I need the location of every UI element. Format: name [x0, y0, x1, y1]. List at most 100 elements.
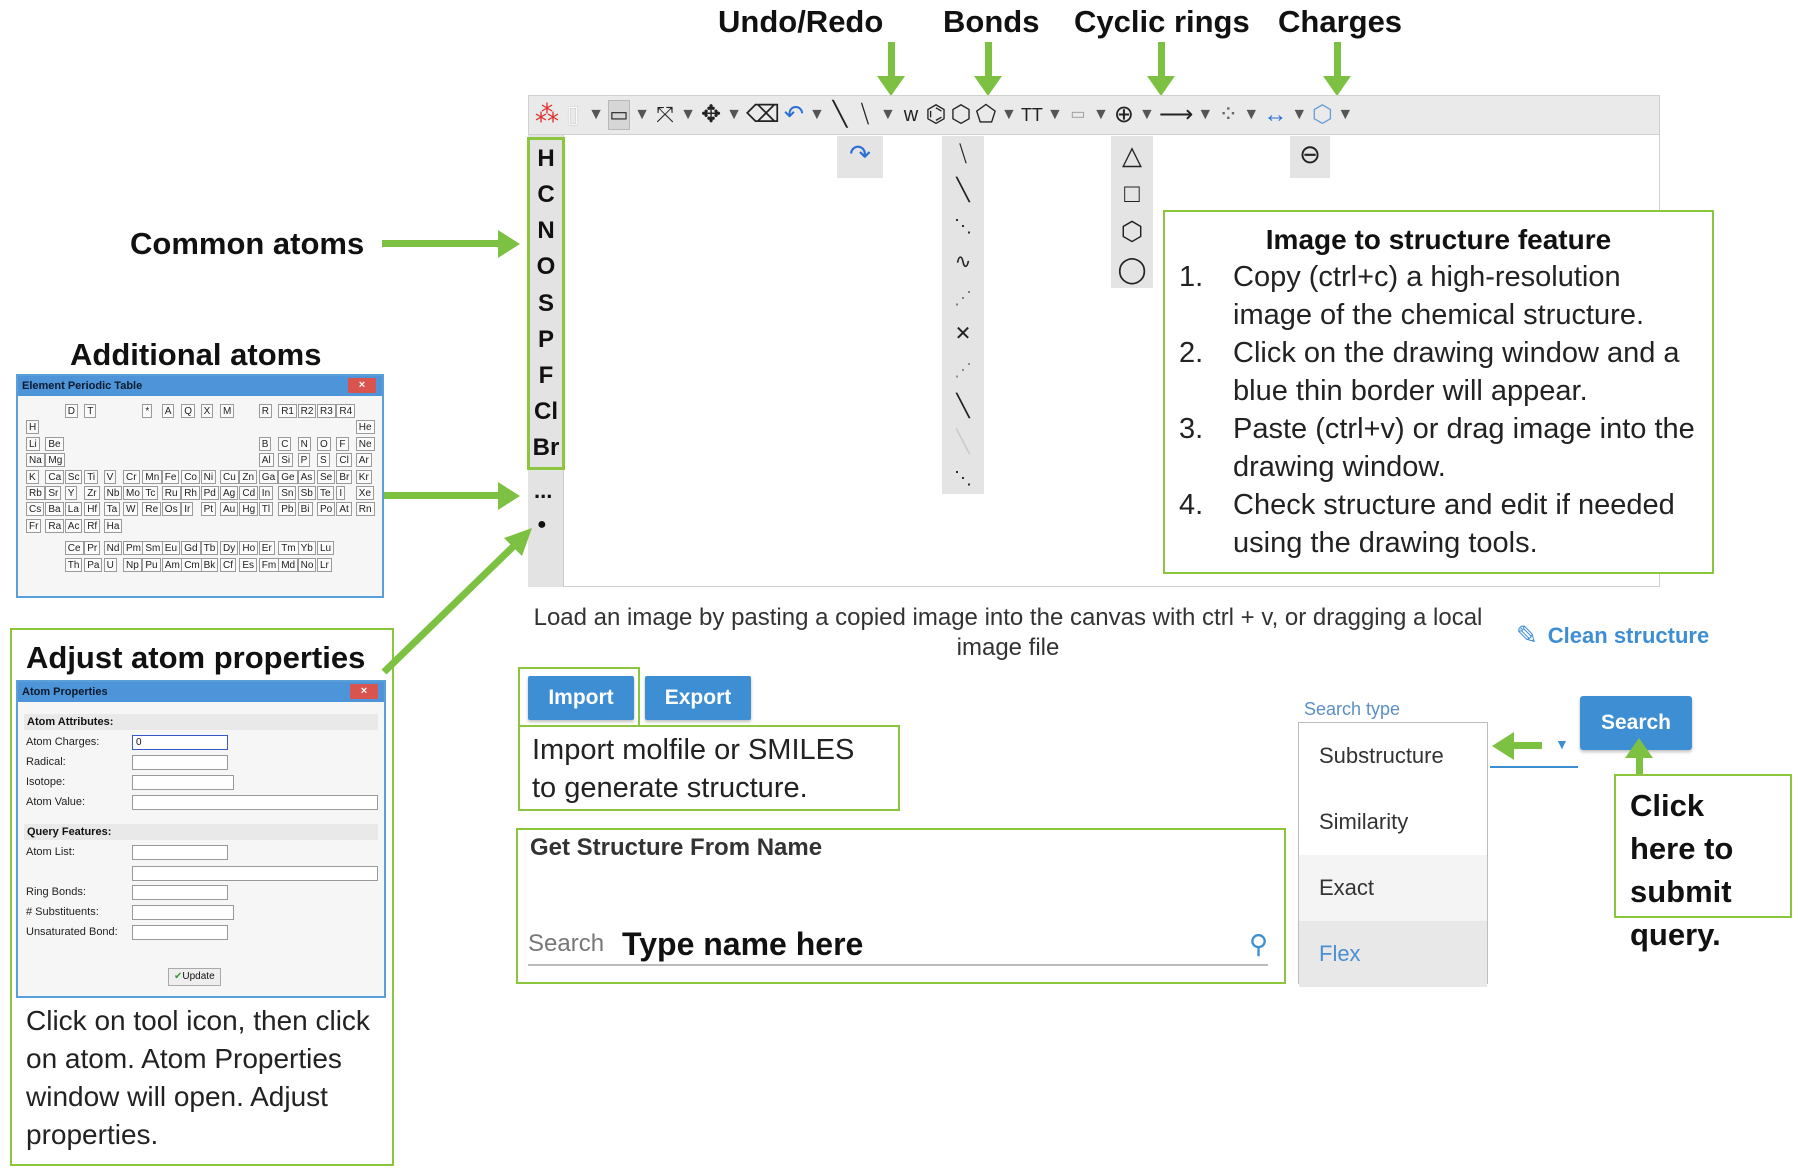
element-ac[interactable]: Ac	[64, 518, 83, 533]
triangle-ring-icon[interactable]: △	[1122, 137, 1142, 173]
element-ir[interactable]: Ir	[181, 502, 194, 517]
element-mg[interactable]: Mg	[45, 453, 66, 468]
element-sb[interactable]: Sb	[297, 486, 316, 500]
element-yb[interactable]: Yb	[297, 541, 316, 556]
periodic-table-close-button[interactable]: ×	[348, 378, 376, 393]
element-ti[interactable]: Ti	[84, 469, 99, 484]
triple-bond-icon[interactable]: ⧹	[959, 136, 966, 172]
octagon-ring-icon[interactable]: ◯	[1117, 251, 1146, 287]
element-ca[interactable]: Ca	[45, 469, 65, 484]
element-rf[interactable]: Rf	[84, 518, 101, 533]
element-f[interactable]: F	[336, 436, 349, 451]
element-fe[interactable]: Fe	[161, 469, 180, 484]
element-ha[interactable]: Ha	[103, 518, 123, 533]
element-y[interactable]: Y	[64, 486, 78, 500]
atom-c[interactable]: C	[537, 180, 554, 210]
element-md[interactable]: Md	[278, 557, 299, 572]
element-o[interactable]: O	[317, 436, 331, 451]
atom-value-input[interactable]	[132, 795, 378, 810]
element-at[interactable]: At	[336, 502, 352, 517]
element-os[interactable]: Os	[161, 502, 181, 517]
element-eu[interactable]: Eu	[161, 541, 181, 556]
element-lr[interactable]: Lr	[317, 557, 332, 572]
search-type-flex[interactable]: Flex	[1299, 921, 1487, 987]
element-k[interactable]: K	[26, 469, 39, 484]
element-ce[interactable]: Ce	[64, 541, 84, 556]
search-type-exact[interactable]: Exact	[1299, 855, 1487, 921]
dropdown-icon[interactable]: ▼	[1092, 100, 1110, 130]
aromatic-bond-icon[interactable]: ⋰	[954, 352, 972, 388]
dropdown-icon[interactable]: ▼	[725, 100, 743, 130]
element-mn[interactable]: Mn	[142, 469, 163, 484]
undo-dropdown-icon[interactable]: ▼	[808, 100, 826, 130]
bond-dropdown-icon[interactable]: ▼	[879, 100, 897, 130]
dashed-double-bond-icon[interactable]: ⋰	[954, 280, 972, 316]
element-co[interactable]: Co	[181, 469, 200, 484]
expand-icon[interactable]: ⤧	[654, 100, 676, 130]
element-cl[interactable]: Cl	[336, 453, 352, 468]
element-ge[interactable]: Ge	[278, 469, 298, 484]
hexagon-icon[interactable]: ⬡	[950, 100, 972, 130]
undo-icon[interactable]: ↶	[783, 100, 805, 130]
element-t[interactable]: T	[84, 404, 97, 418]
element-ba[interactable]: Ba	[45, 502, 64, 517]
dropdown-icon[interactable]: ▼	[1242, 100, 1260, 130]
element-am[interactable]: Am	[161, 557, 183, 572]
atom-charges-select[interactable]: 0	[132, 735, 228, 750]
isotope-input[interactable]	[132, 775, 234, 790]
element-ne[interactable]: Ne	[355, 436, 375, 451]
element-r1[interactable]: R1	[278, 404, 297, 418]
element-sn[interactable]: Sn	[278, 486, 297, 500]
square-ring-icon[interactable]: □	[1124, 175, 1140, 211]
element-ni[interactable]: Ni	[200, 469, 217, 484]
element-cd[interactable]: Cd	[239, 486, 259, 500]
charge-dropdown-icon[interactable]: ▼	[1138, 100, 1156, 130]
element-rh[interactable]: Rh	[181, 486, 200, 500]
charge-plus-icon[interactable]: ⊕	[1113, 100, 1135, 130]
unsaturated-bond-select[interactable]	[132, 925, 228, 940]
dropdown-icon[interactable]: ▼	[679, 100, 697, 130]
element-r2[interactable]: R2	[297, 404, 317, 418]
element-ar[interactable]: Ar	[355, 453, 372, 468]
name-search-field[interactable]: Search Type name here ⚲	[528, 924, 1268, 966]
cross-bond-icon[interactable]: ✕	[955, 316, 972, 352]
element-th[interactable]: Th	[64, 557, 83, 572]
element-kr[interactable]: Kr	[355, 469, 372, 484]
pentagon-icon[interactable]: ⬠	[975, 100, 997, 130]
heptagon-ring-icon[interactable]: ⬡	[1121, 213, 1144, 249]
benzene-icon[interactable]: ⌬	[925, 100, 947, 130]
element-pr[interactable]: Pr	[84, 541, 101, 556]
element-te[interactable]: Te	[317, 486, 334, 500]
dotted-bond-icon[interactable]: ⋱	[954, 460, 972, 496]
element-nd[interactable]: Nd	[103, 541, 123, 556]
element-al[interactable]: Al	[258, 453, 274, 468]
element-ru[interactable]: Ru	[161, 486, 181, 500]
element-tc[interactable]: Tc	[142, 486, 159, 500]
element-s[interactable]: S	[317, 453, 330, 468]
element-cm[interactable]: Cm	[181, 557, 203, 572]
element-w[interactable]: W	[123, 502, 139, 517]
element-q[interactable]: Q	[181, 404, 195, 418]
element-u[interactable]: U	[103, 557, 117, 572]
bold-bond-icon[interactable]: ╲	[956, 388, 969, 424]
element-zn[interactable]: Zn	[239, 469, 258, 484]
dropdown-icon[interactable]: ▼	[1046, 100, 1064, 130]
jsme-logo-icon[interactable]: ⁂	[535, 100, 559, 130]
element-ho[interactable]: Ho	[239, 541, 259, 556]
element-he[interactable]: He	[355, 420, 375, 435]
dropdown-icon[interactable]: ▼	[587, 100, 605, 130]
element-r[interactable]: R	[258, 404, 273, 418]
template-icon[interactable]: ⁘	[1217, 100, 1239, 130]
reaction-arrow-icon[interactable]: ↔	[1263, 100, 1287, 130]
element-hg[interactable]: Hg	[239, 502, 259, 517]
element-po[interactable]: Po	[317, 502, 336, 517]
element-bi[interactable]: Bi	[297, 502, 313, 517]
update-button[interactable]: ✔Update	[168, 968, 221, 986]
element-no[interactable]: No	[297, 557, 317, 572]
element-si[interactable]: Si	[278, 453, 294, 468]
atom-n[interactable]: N	[537, 216, 554, 246]
hashed-bond-icon[interactable]: ⋱	[954, 208, 972, 244]
element-c[interactable]: C	[278, 436, 292, 451]
wavy-bond-icon[interactable]: ∿	[955, 244, 972, 280]
move-icon[interactable]: ✥	[700, 100, 722, 130]
